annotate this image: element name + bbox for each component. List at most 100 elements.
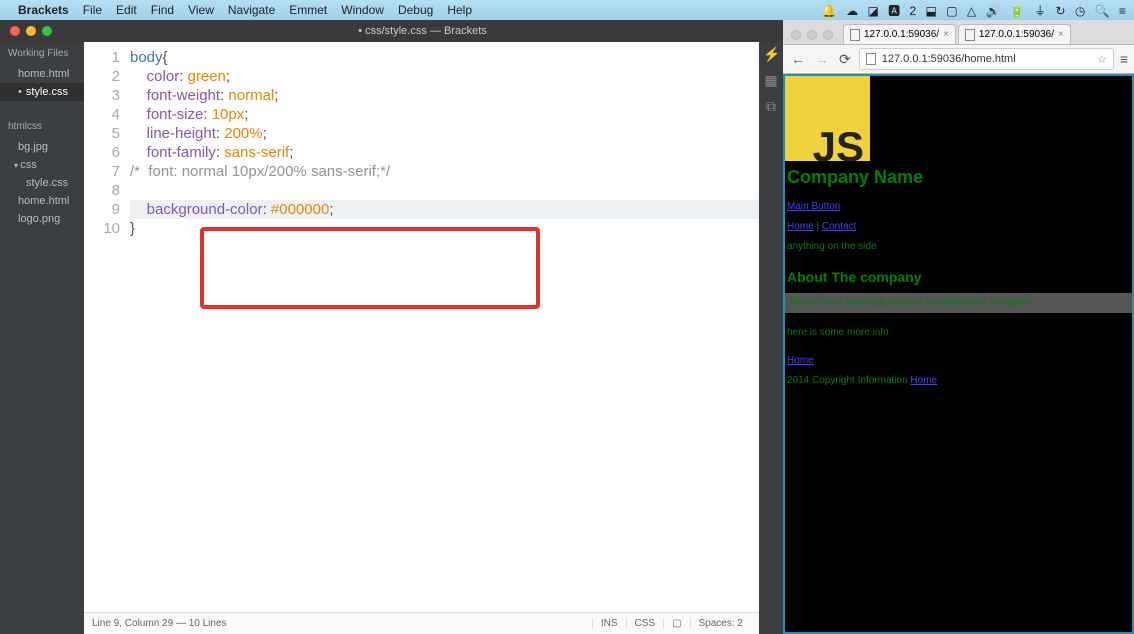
aside-text: anything on the side bbox=[787, 237, 1130, 257]
home-link[interactable]: Home bbox=[787, 355, 814, 366]
brackets-window: • css/style.css — Brackets Working Files… bbox=[0, 20, 783, 634]
wifi-icon[interactable]: ⏚ bbox=[1034, 4, 1046, 18]
cloud-icon[interactable]: ☁ bbox=[846, 4, 858, 18]
mac-menubar: Brackets File Edit Find View Navigate Em… bbox=[0, 0, 1134, 20]
code-line[interactable]: color: green; bbox=[130, 67, 759, 86]
page-icon bbox=[866, 53, 876, 65]
code-line[interactable]: font-weight: normal; bbox=[130, 86, 759, 105]
plugin-icon[interactable]: ⧉ bbox=[763, 98, 779, 114]
working-files-header: Working Files bbox=[0, 42, 84, 65]
page-heading: Company Name bbox=[787, 167, 1130, 187]
info-paragraph: This is some information about our Aweso… bbox=[785, 293, 1132, 313]
system-tray: 🔔 ☁ ◪ 🅰 2 ⬓ ▢ △ 🔊 🔋 ⏚ ↻ ◷ 🔍 ≡ bbox=[816, 2, 1126, 19]
browser-tab[interactable]: 127.0.0.1:59036/ × bbox=[958, 24, 1071, 44]
nav-separator: | bbox=[814, 221, 822, 232]
footer-text: 2014 Copyright Information Home bbox=[787, 371, 1130, 391]
browser-tab[interactable]: 127.0.0.1:59036/ × bbox=[843, 24, 956, 44]
line-gutter: 12345678910 bbox=[84, 42, 130, 612]
code-editor[interactable]: 12345678910 body{ color: green; font-wei… bbox=[84, 42, 759, 612]
display-icon[interactable]: ▢ bbox=[946, 4, 957, 18]
page-icon bbox=[965, 29, 975, 41]
menu-view[interactable]: View bbox=[188, 3, 214, 17]
url-text: 127.0.0.1:59036/home.html bbox=[882, 53, 1016, 65]
volume-icon[interactable]: 🔊 bbox=[986, 4, 1001, 18]
status-bar: Line 9, Column 29 — 10 Lines INS CSS ▢ S… bbox=[84, 612, 759, 634]
chrome-tabstrip: 127.0.0.1:59036/ × 127.0.0.1:59036/ × bbox=[783, 20, 1134, 44]
notif-icon[interactable]: ≡ bbox=[1119, 4, 1126, 18]
app-name[interactable]: Brackets bbox=[18, 3, 69, 17]
drive-icon[interactable]: △ bbox=[967, 4, 976, 18]
insert-mode[interactable]: INS bbox=[592, 618, 626, 629]
rendered-page: JS Company Name Main Button Home | Conta… bbox=[783, 74, 1134, 634]
address-bar[interactable]: 127.0.0.1:59036/home.html ☆ bbox=[859, 48, 1114, 70]
extension-manager-icon[interactable]: ▦ bbox=[763, 72, 779, 88]
working-file[interactable]: home.html bbox=[0, 65, 84, 83]
menu-find[interactable]: Find bbox=[151, 3, 174, 17]
encoding[interactable]: ▢ bbox=[663, 618, 689, 629]
minimize-icon[interactable] bbox=[26, 26, 36, 36]
back-button[interactable]: ← bbox=[789, 51, 807, 67]
code-line[interactable]: body{ bbox=[130, 48, 759, 67]
chrome-minimize-icon[interactable] bbox=[807, 30, 817, 40]
bookmark-icon[interactable]: ☆ bbox=[1097, 53, 1107, 66]
shape-icon[interactable]: ◪ bbox=[867, 4, 878, 18]
tree-file[interactable]: bg.jpg bbox=[0, 138, 84, 156]
tree-file[interactable]: home.html bbox=[0, 192, 84, 210]
num-icon[interactable]: 2 bbox=[910, 4, 917, 18]
adobe-icon[interactable]: 🅰 bbox=[888, 4, 900, 18]
tab-label: 127.0.0.1:59036/ bbox=[864, 29, 939, 40]
sidebar: Working Files home.htmlstyle.css htmlcss… bbox=[0, 42, 84, 634]
bell-icon[interactable]: 🔔 bbox=[822, 4, 837, 18]
tab-close-icon[interactable]: × bbox=[943, 29, 949, 40]
sync-icon[interactable]: ↻ bbox=[1055, 4, 1065, 18]
page-icon bbox=[850, 29, 860, 41]
spotlight-icon[interactable]: 🔍 bbox=[1095, 4, 1110, 18]
code-line[interactable]: font-family: sans-serif; bbox=[130, 143, 759, 162]
code-line[interactable]: line-height: 200%; bbox=[130, 124, 759, 143]
code-line[interactable]: font-size: 10px; bbox=[130, 105, 759, 124]
tab-close-icon[interactable]: × bbox=[1058, 29, 1064, 40]
reload-button[interactable]: ⟳ bbox=[837, 51, 853, 68]
close-icon[interactable] bbox=[10, 26, 20, 36]
chrome-toolbar: ← → ⟳ 127.0.0.1:59036/home.html ☆ ≡ bbox=[783, 44, 1134, 74]
menu-edit[interactable]: Edit bbox=[116, 3, 137, 17]
dropbox-icon[interactable]: ⬓ bbox=[926, 4, 937, 18]
menu-help[interactable]: Help bbox=[447, 3, 472, 17]
tree-file[interactable]: style.css bbox=[0, 174, 84, 192]
footer-home-link[interactable]: Home bbox=[910, 375, 937, 386]
brackets-titlebar: • css/style.css — Brackets bbox=[0, 20, 783, 42]
tree-file[interactable]: logo.png bbox=[0, 210, 84, 228]
battery-icon[interactable]: 🔋 bbox=[1010, 4, 1025, 18]
project-header[interactable]: htmlcss bbox=[0, 115, 84, 138]
chrome-zoom-icon[interactable] bbox=[823, 30, 833, 40]
chrome-close-icon[interactable] bbox=[791, 30, 801, 40]
chrome-window: 127.0.0.1:59036/ × 127.0.0.1:59036/ × ← → … bbox=[783, 20, 1134, 634]
more-info-text: here is some more info bbox=[787, 323, 1130, 343]
menu-file[interactable]: File bbox=[83, 3, 102, 17]
code-line[interactable]: background-color: #000000; bbox=[130, 200, 759, 219]
about-heading: About The company bbox=[787, 267, 1130, 287]
nav-home-link[interactable]: Home bbox=[787, 221, 814, 232]
logo-image: JS bbox=[785, 76, 870, 161]
tree-folder[interactable]: css bbox=[0, 156, 84, 174]
menu-navigate[interactable]: Navigate bbox=[228, 3, 275, 17]
code-line[interactable] bbox=[130, 181, 759, 200]
live-preview-icon[interactable]: ⚡ bbox=[763, 46, 779, 62]
code-area[interactable]: body{ color: green; font-weight: normal;… bbox=[130, 42, 759, 612]
indent-mode[interactable]: Spaces: 2 bbox=[690, 618, 751, 629]
tab-label: 127.0.0.1:59036/ bbox=[979, 29, 1054, 40]
nav-contact-link[interactable]: Contact bbox=[822, 221, 856, 232]
menu-debug[interactable]: Debug bbox=[398, 3, 433, 17]
menu-emmet[interactable]: Emmet bbox=[289, 3, 327, 17]
language-mode[interactable]: CSS bbox=[626, 618, 664, 629]
working-file[interactable]: style.css bbox=[0, 83, 84, 101]
menu-window[interactable]: Window bbox=[341, 3, 384, 17]
chrome-menu-icon[interactable]: ≡ bbox=[1120, 51, 1128, 67]
code-line[interactable]: /* font: normal 10px/200% sans-serif;*/ bbox=[130, 162, 759, 181]
clock-icon[interactable]: ◷ bbox=[1075, 4, 1085, 18]
code-line[interactable]: } bbox=[130, 219, 759, 238]
zoom-icon[interactable] bbox=[42, 26, 52, 36]
forward-button[interactable]: → bbox=[813, 51, 831, 67]
window-title: • css/style.css — Brackets bbox=[62, 25, 783, 37]
main-button-link[interactable]: Main Button bbox=[787, 201, 840, 212]
